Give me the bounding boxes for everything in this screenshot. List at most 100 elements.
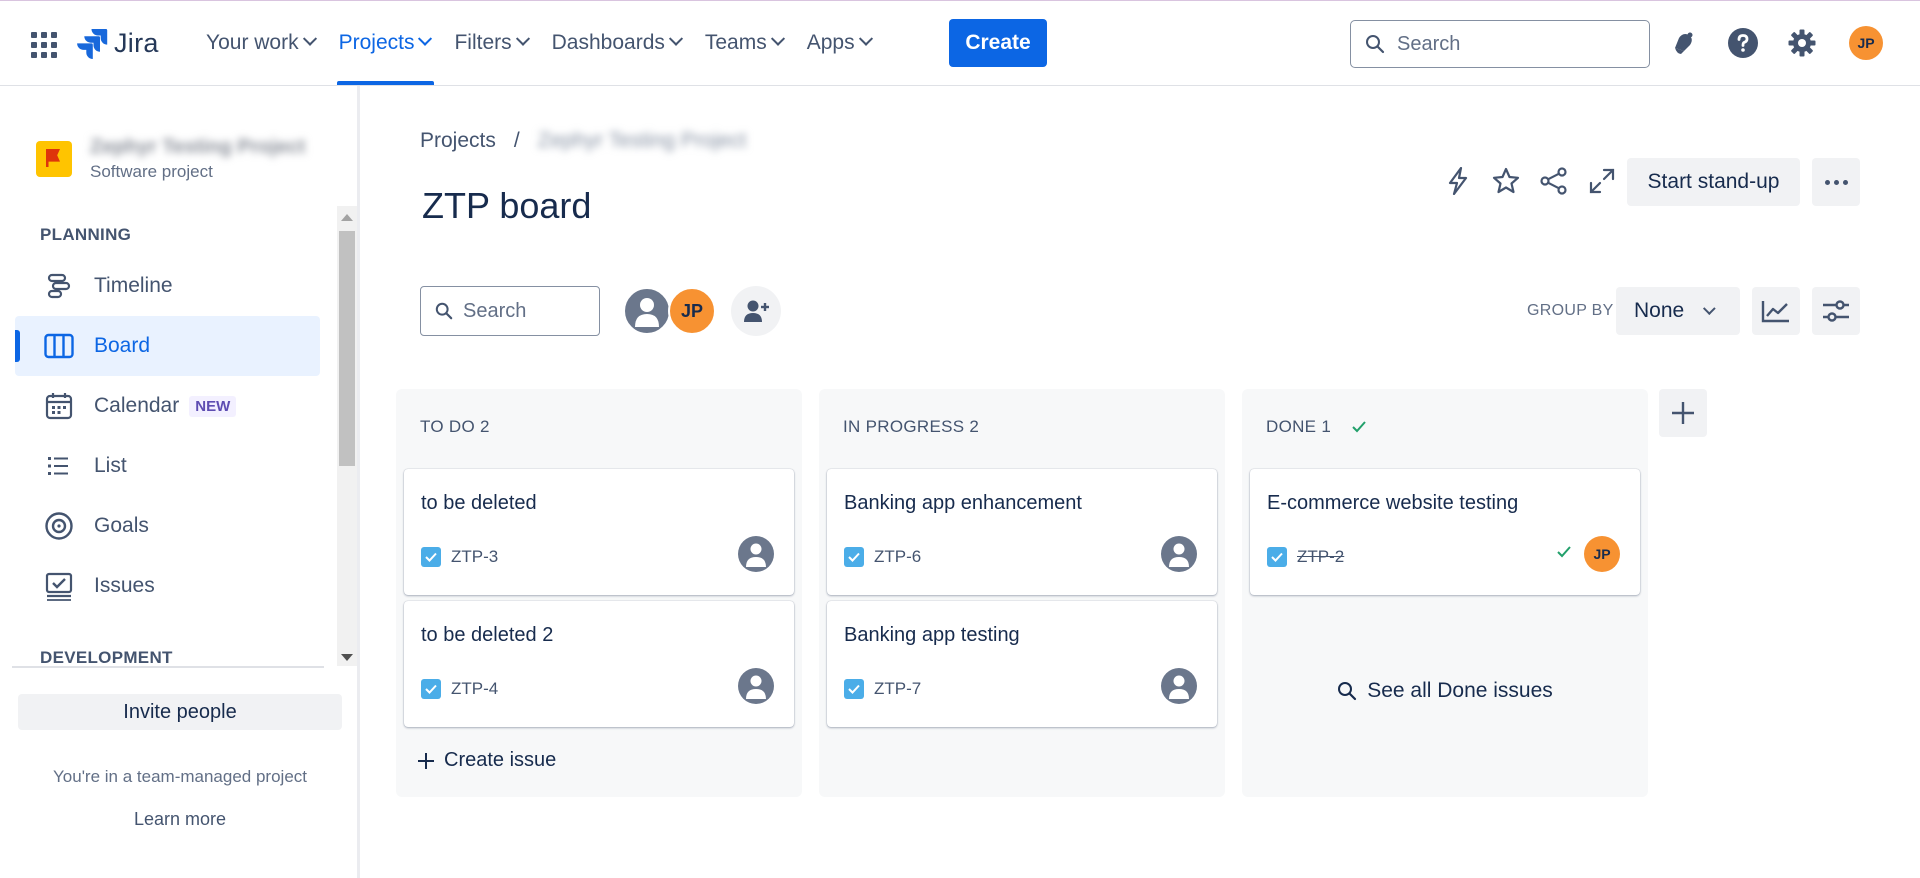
create-issue-label: Create issue: [444, 749, 557, 771]
search-input[interactable]: [1397, 32, 1637, 56]
sidebar-item-timeline[interactable]: Timeline: [15, 256, 320, 316]
unassigned-avatar[interactable]: [738, 668, 774, 704]
user-icon: [635, 298, 659, 327]
calendar-icon: [43, 390, 75, 422]
nav-apps[interactable]: Apps: [797, 1, 881, 85]
card-title: Banking app enhancement: [844, 492, 1082, 514]
sidebar-item-label: List: [94, 454, 127, 477]
see-all-done-link[interactable]: See all Done issues: [1242, 679, 1648, 703]
nav-label: Filters: [454, 31, 512, 54]
column-title: DONE 1: [1266, 417, 1332, 436]
nav-projects[interactable]: Projects: [329, 1, 441, 85]
create-issue-button[interactable]: Create issue: [416, 749, 556, 772]
sidebar-item-board[interactable]: Board: [15, 316, 320, 376]
top-navigation: Jira Your work Projects Filters Dashboar…: [0, 1, 1920, 86]
sidebar-item-label: Board: [94, 334, 151, 357]
settings-icon[interactable]: [1782, 23, 1822, 63]
breadcrumb-projects[interactable]: Projects: [420, 129, 496, 153]
sidebar-item-calendar[interactable]: Calendar NEW: [15, 376, 320, 436]
project-name: Zephyr Testing Project: [90, 136, 306, 158]
issues-icon: [43, 570, 75, 602]
nav-label: Apps: [806, 31, 855, 54]
share-icon[interactable]: [1534, 161, 1574, 201]
chevron-down-icon: [770, 31, 785, 46]
issue-key: ZTP-7: [844, 679, 921, 699]
start-standup-button[interactable]: Start stand-up: [1627, 158, 1800, 206]
help-icon[interactable]: [1723, 23, 1763, 63]
project-avatar-icon: [36, 141, 72, 177]
chevron-down-icon: [515, 31, 530, 46]
nav-teams[interactable]: Teams: [695, 1, 793, 85]
scroll-down-arrow-icon[interactable]: [341, 654, 353, 661]
done-check-icon: [1352, 421, 1366, 433]
issue-key-text: ZTP-2: [1297, 547, 1345, 566]
more-actions-icon[interactable]: [1812, 158, 1860, 206]
issue-key: ZTP-3: [421, 547, 498, 567]
card-title: to be deleted 2: [421, 624, 554, 646]
jira-logo[interactable]: Jira: [76, 27, 159, 59]
unassigned-avatar[interactable]: [738, 536, 774, 572]
unassigned-avatar[interactable]: [623, 287, 671, 335]
scroll-up-arrow-icon[interactable]: [341, 214, 353, 221]
breadcrumb-project[interactable]: Zephyr Testing Project: [538, 129, 747, 153]
avatar-jp[interactable]: JP: [668, 287, 716, 335]
chevron-down-icon: [858, 31, 873, 46]
sidebar-item-label: Goals: [94, 514, 149, 537]
app-switcher-icon[interactable]: [31, 32, 57, 58]
insights-icon[interactable]: [1752, 287, 1800, 335]
board-search[interactable]: [420, 286, 600, 336]
task-type-icon: [844, 547, 864, 567]
add-people-icon[interactable]: [731, 286, 781, 336]
scrollbar-thumb[interactable]: [339, 231, 355, 466]
nav-your-work[interactable]: Your work: [196, 1, 325, 85]
unassigned-avatar[interactable]: [1161, 536, 1197, 572]
global-search[interactable]: [1350, 20, 1650, 68]
nav-dashboards[interactable]: Dashboards: [542, 1, 691, 85]
automation-icon[interactable]: [1438, 161, 1478, 201]
issue-card[interactable]: to be deleted 2 ZTP-4: [404, 601, 794, 727]
avatar: JP: [1849, 26, 1883, 60]
sidebar-item-list[interactable]: List: [15, 436, 320, 496]
card-title: E-commerce website testing: [1267, 492, 1519, 514]
group-by-select[interactable]: None: [1616, 287, 1740, 335]
sidebar-item-goals[interactable]: Goals: [15, 496, 320, 556]
board-icon: [43, 330, 75, 362]
column-header: DONE 1: [1266, 417, 1367, 437]
issue-card[interactable]: E-commerce website testing ZTP-2 JP: [1250, 469, 1640, 595]
issue-card[interactable]: to be deleted ZTP-3: [404, 469, 794, 595]
task-type-icon: [844, 679, 864, 699]
sidebar-item-issues[interactable]: Issues: [15, 556, 320, 616]
nav-label: Dashboards: [551, 31, 665, 54]
plus-icon: [1672, 402, 1694, 424]
notifications-icon[interactable]: [1663, 23, 1703, 63]
invite-people-button[interactable]: Invite people: [18, 694, 342, 730]
sidebar-item-label: Issues: [94, 574, 155, 597]
unassigned-avatar[interactable]: [1161, 668, 1197, 704]
project-header[interactable]: Zephyr Testing Project Software project: [36, 136, 305, 182]
breadcrumb-separator: /: [513, 129, 520, 152]
sidebar-divider: [12, 666, 324, 668]
search-icon: [435, 302, 453, 320]
profile-avatar[interactable]: JP: [1846, 23, 1886, 63]
column-header: TO DO 2: [420, 417, 490, 436]
assignee-avatar[interactable]: JP: [1584, 536, 1620, 572]
board-search-input[interactable]: [463, 299, 583, 323]
fullscreen-icon[interactable]: [1582, 161, 1622, 201]
breadcrumb: Projects / Zephyr Testing Project: [420, 129, 746, 153]
issue-card[interactable]: Banking app testing ZTP-7: [827, 601, 1217, 727]
user-icon: [746, 543, 766, 567]
learn-more-link[interactable]: Learn more: [0, 809, 360, 830]
issue-card[interactable]: Banking app enhancement ZTP-6: [827, 469, 1217, 595]
project-type: Software project: [90, 162, 213, 181]
create-button[interactable]: Create: [949, 19, 1047, 67]
view-settings-icon[interactable]: [1812, 287, 1860, 335]
nav-filters[interactable]: Filters: [444, 1, 537, 85]
issue-key-text: ZTP-6: [874, 547, 922, 566]
star-icon[interactable]: [1486, 161, 1526, 201]
search-icon: [1366, 35, 1385, 54]
goals-icon: [43, 510, 75, 542]
user-icon: [746, 675, 766, 699]
list-icon: [43, 450, 75, 482]
add-column-button[interactable]: [1659, 389, 1707, 437]
project-sidebar: Zephyr Testing Project Software project …: [0, 86, 360, 878]
